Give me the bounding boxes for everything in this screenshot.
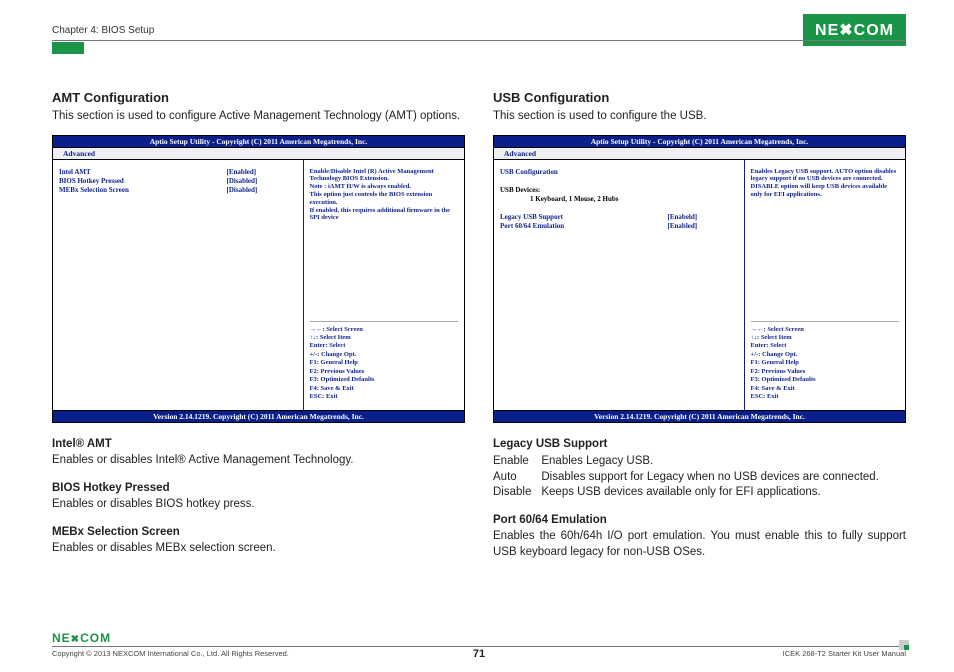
bios-help-text: Enables Legacy USB support. AUTO option … xyxy=(751,168,899,199)
bios-row: MEBx Selection Screen[Disabled] xyxy=(59,186,297,194)
content-columns: AMT Configuration This section is used t… xyxy=(52,90,906,560)
bios-tabs: Advanced xyxy=(494,147,905,160)
bios-topbar: Aptio Setup Utility - Copyright (C) 2011… xyxy=(494,136,905,147)
bios-screenshot-usb: Aptio Setup Utility - Copyright (C) 2011… xyxy=(493,135,906,423)
def-heading: Port 60/64 Emulation xyxy=(493,513,906,529)
section-title-usb: USB Configuration xyxy=(493,90,906,105)
page-header: Chapter 4: BIOS Setup NE✖COM xyxy=(52,14,906,46)
def-text: Enables or disables Intel® Active Manage… xyxy=(52,453,465,469)
left-column: AMT Configuration This section is used t… xyxy=(52,90,465,560)
bios-row: 1 Keyboard, 1 Mouse, 2 Hubs xyxy=(500,195,738,203)
bios-screenshot-amt: Aptio Setup Utility - Copyright (C) 2011… xyxy=(52,135,465,423)
bios-row xyxy=(500,204,738,212)
def-text: Enables or disables MEBx selection scree… xyxy=(52,541,465,557)
bios-tab-advanced: Advanced xyxy=(59,148,99,159)
legacy-usb-table: EnableEnables Legacy USB. AutoDisables s… xyxy=(493,454,889,501)
def-heading: Intel® AMT xyxy=(52,437,465,453)
footer-logo: NE✖COM xyxy=(52,631,906,646)
bios-right-pane: Enable/Disable Intel (R) Active Manageme… xyxy=(304,160,464,410)
bios-tabs: Advanced xyxy=(53,147,464,160)
brand-logo: NE✖COM xyxy=(803,14,906,46)
chapter-label: Chapter 4: BIOS Setup xyxy=(52,25,154,36)
bios-body: USB Configuration USB Devices: 1 Keyboar… xyxy=(494,160,905,410)
bios-row: USB Devices: xyxy=(500,186,738,194)
bios-key-help: →←: Select Screen ↑↓: Select Item Enter:… xyxy=(751,321,899,402)
def-text: Enables the 60h/64h I/O port emulation. … xyxy=(493,529,906,560)
header-green-tab xyxy=(52,42,84,54)
bios-left-pane: USB Configuration USB Devices: 1 Keyboar… xyxy=(494,160,745,410)
bios-row: USB Configuration xyxy=(500,168,738,176)
bios-row: Intel AMT[Enabled] xyxy=(59,168,297,176)
bios-bottombar: Version 2.14.1219. Copyright (C) 2011 Am… xyxy=(494,410,905,422)
bios-help-text: Enable/Disable Intel (R) Active Manageme… xyxy=(310,168,458,223)
definitions-usb: Legacy USB Support EnableEnables Legacy … xyxy=(493,437,906,561)
section-intro-amt: This section is used to configure Active… xyxy=(52,109,465,125)
bios-bottombar: Version 2.14.1219. Copyright (C) 2011 Am… xyxy=(53,410,464,422)
bios-body: Intel AMT[Enabled] BIOS Hotkey Pressed[D… xyxy=(53,160,464,410)
bios-row: Legacy USB Support[Enabeld] xyxy=(500,213,738,221)
def-heading: BIOS Hotkey Pressed xyxy=(52,481,465,497)
bios-key-help: →←: Select Screen ↑↓: Select Item Enter:… xyxy=(310,321,458,402)
def-text: Enables or disables BIOS hotkey press. xyxy=(52,497,465,513)
bios-row xyxy=(500,177,738,185)
page-footer: NE✖COM Copyright © 2013 NEXCOM Internati… xyxy=(52,631,906,658)
bios-topbar: Aptio Setup Utility - Copyright (C) 2011… xyxy=(53,136,464,147)
bios-tab-advanced: Advanced xyxy=(500,148,540,159)
header-rule xyxy=(52,40,906,41)
section-intro-usb: This section is used to configure the US… xyxy=(493,109,906,125)
right-column: USB Configuration This section is used t… xyxy=(493,90,906,560)
definitions-amt: Intel® AMT Enables or disables Intel® Ac… xyxy=(52,437,465,557)
bios-left-pane: Intel AMT[Enabled] BIOS Hotkey Pressed[D… xyxy=(53,160,304,410)
bios-right-pane: Enables Legacy USB support. AUTO option … xyxy=(745,160,905,410)
bios-row: BIOS Hotkey Pressed[Disabled] xyxy=(59,177,297,185)
def-heading: Legacy USB Support xyxy=(493,437,906,453)
def-heading: MEBx Selection Screen xyxy=(52,525,465,541)
footer-square-icon xyxy=(899,640,909,650)
section-title-amt: AMT Configuration xyxy=(52,90,465,105)
bios-row: Port 60/64 Emulation[Enabled] xyxy=(500,222,738,230)
footer-page-number: 71 xyxy=(52,648,906,660)
